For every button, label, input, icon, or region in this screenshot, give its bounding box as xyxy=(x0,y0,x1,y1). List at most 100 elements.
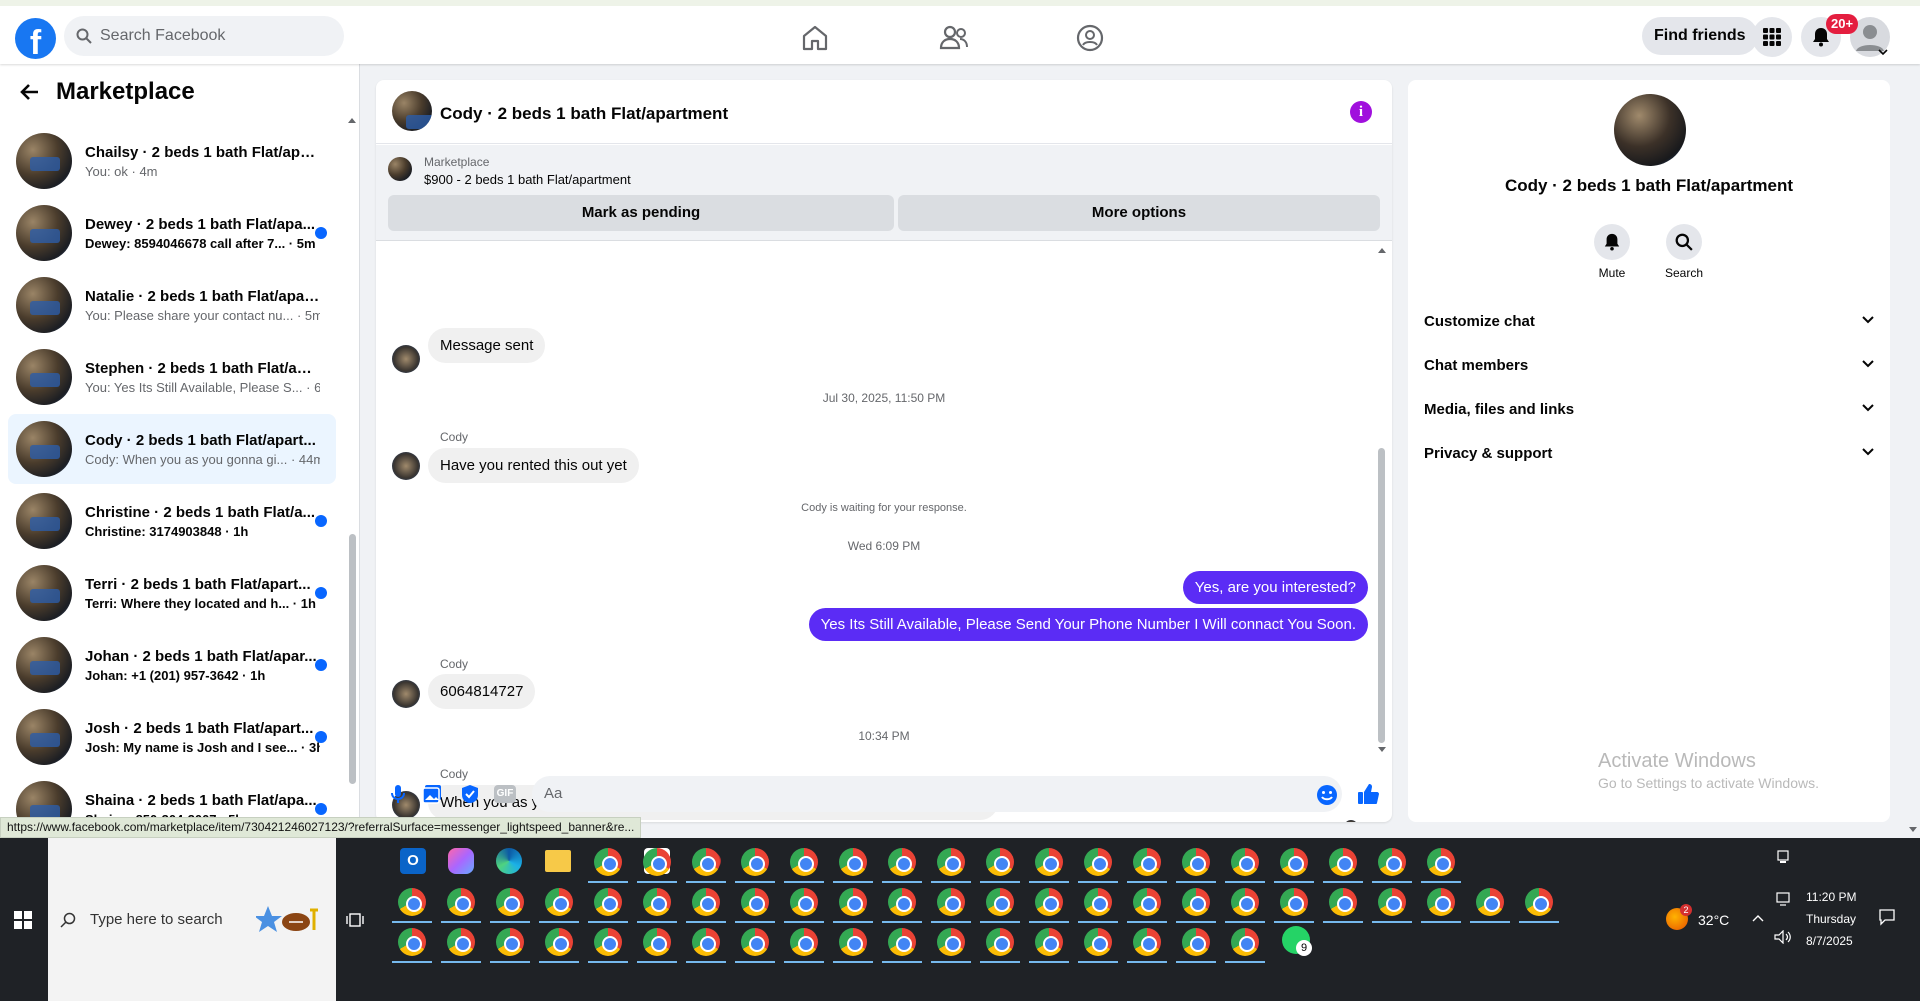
gif-icon[interactable]: GIF xyxy=(494,785,516,803)
scroll-up-icon[interactable] xyxy=(347,116,357,124)
groups-icon[interactable] xyxy=(1074,22,1106,54)
details-avatar[interactable] xyxy=(1614,94,1686,166)
chrome-icon[interactable] xyxy=(1182,848,1210,876)
info-icon[interactable]: i xyxy=(1350,101,1372,123)
network-icon[interactable] xyxy=(1776,892,1792,906)
chrome-icon[interactable] xyxy=(986,888,1014,916)
system-tray-icon[interactable] xyxy=(1776,850,1790,864)
chrome-icon[interactable] xyxy=(1084,848,1112,876)
thumbs-up-icon[interactable] xyxy=(1356,782,1380,806)
media-files-links-row[interactable]: Media, files and links xyxy=(1424,392,1874,428)
conversation-item-natalie[interactable]: Natalie · 2 beds 1 bath Flat/apar... You:… xyxy=(8,270,336,340)
chrome-icon[interactable] xyxy=(790,928,818,956)
taskbar-search-box[interactable]: Type here to search xyxy=(48,838,336,1001)
chrome-icon[interactable] xyxy=(790,848,818,876)
conversation-item-terri[interactable]: Terri · 2 beds 1 bath Flat/apart... Terri… xyxy=(8,558,336,628)
chrome-icon[interactable] xyxy=(1280,888,1308,916)
start-button[interactable] xyxy=(0,838,48,1001)
outlook-icon[interactable]: O xyxy=(400,848,426,874)
find-friends-button[interactable]: Find friends xyxy=(1642,17,1758,55)
chrome-icon[interactable] xyxy=(447,888,475,916)
chrome-icon[interactable] xyxy=(1427,888,1455,916)
conversation-item-johan[interactable]: Johan · 2 beds 1 bath Flat/apar... Johan:… xyxy=(8,630,336,700)
message-bubble-outgoing[interactable]: Yes Its Still Available, Please Send You… xyxy=(808,608,1368,641)
edge-icon[interactable] xyxy=(496,848,522,874)
privacy-support-row[interactable]: Privacy & support xyxy=(1424,436,1874,472)
chrome-icon[interactable] xyxy=(1133,888,1161,916)
chrome-icon[interactable] xyxy=(643,848,671,876)
copilot-icon[interactable] xyxy=(448,848,474,874)
chrome-icon[interactable] xyxy=(692,928,720,956)
clock-time[interactable]: 11:20 PM xyxy=(1806,890,1856,904)
customize-chat-row[interactable]: Customize chat xyxy=(1424,304,1874,340)
message-input[interactable]: Aa xyxy=(532,776,1342,812)
notification-center-icon[interactable] xyxy=(1878,908,1896,926)
message-bubble-incoming[interactable]: 6064814727 xyxy=(428,674,536,709)
search-facebook-input[interactable]: Search Facebook xyxy=(64,16,344,56)
chrome-icon[interactable] xyxy=(1084,888,1112,916)
chrome-icon[interactable] xyxy=(937,928,965,956)
scroll-down-icon[interactable] xyxy=(1908,826,1918,834)
chrome-icon[interactable] xyxy=(1329,888,1357,916)
chrome-icon[interactable] xyxy=(1231,928,1259,956)
message-bubble-incoming[interactable]: Message sent xyxy=(428,328,546,363)
chrome-icon[interactable] xyxy=(1231,888,1259,916)
chrome-icon[interactable] xyxy=(594,848,622,876)
chrome-icon[interactable] xyxy=(741,928,769,956)
scroll-down-icon[interactable] xyxy=(1377,746,1387,754)
chrome-icon[interactable] xyxy=(1133,928,1161,956)
chevron-up-icon[interactable] xyxy=(1752,914,1764,922)
chrome-icon[interactable] xyxy=(839,888,867,916)
chrome-icon[interactable] xyxy=(1525,888,1553,916)
conversation-item-stephen[interactable]: Stephen · 2 beds 1 bath Flat/apa... You: … xyxy=(8,342,336,412)
clock-date[interactable]: 8/7/2025 xyxy=(1806,934,1853,948)
chat-scrollbar[interactable] xyxy=(1378,448,1385,743)
conversation-item-christine[interactable]: Christine · 2 beds 1 bath Flat/a... Chris… xyxy=(8,486,336,556)
chrome-icon[interactable] xyxy=(741,888,769,916)
chrome-icon[interactable] xyxy=(643,888,671,916)
chrome-icon[interactable] xyxy=(986,848,1014,876)
chrome-icon[interactable] xyxy=(1035,848,1063,876)
home-icon[interactable] xyxy=(799,22,831,54)
volume-icon[interactable] xyxy=(1774,930,1792,944)
chrome-icon[interactable] xyxy=(1133,848,1161,876)
listing-price[interactable]: $900 - 2 beds 1 bath Flat/apartment xyxy=(424,172,631,187)
file-explorer-icon[interactable] xyxy=(545,850,571,872)
chrome-icon[interactable] xyxy=(1035,888,1063,916)
friends-icon[interactable] xyxy=(938,22,970,54)
chrome-icon[interactable] xyxy=(1378,888,1406,916)
chat-title[interactable]: Cody · 2 beds 1 bath Flat/apartment xyxy=(440,104,728,124)
chrome-icon[interactable] xyxy=(1035,928,1063,956)
chrome-icon[interactable] xyxy=(398,928,426,956)
chrome-icon[interactable] xyxy=(937,888,965,916)
conversation-item-dewey[interactable]: Dewey · 2 beds 1 bath Flat/apa... Dewey: … xyxy=(8,198,336,268)
chrome-icon[interactable] xyxy=(545,928,573,956)
chat-members-row[interactable]: Chat members xyxy=(1424,348,1874,384)
chrome-icon[interactable] xyxy=(692,848,720,876)
chrome-icon[interactable] xyxy=(839,848,867,876)
chrome-icon[interactable] xyxy=(937,848,965,876)
chrome-icon[interactable] xyxy=(1182,888,1210,916)
sticker-icon[interactable] xyxy=(460,784,480,804)
task-view-icon[interactable] xyxy=(346,912,364,928)
chrome-icon[interactable] xyxy=(496,888,524,916)
chrome-icon[interactable] xyxy=(496,928,524,956)
chrome-icon[interactable] xyxy=(594,928,622,956)
mute-button[interactable]: Mute xyxy=(1582,224,1642,280)
microphone-icon[interactable] xyxy=(388,784,408,804)
chrome-icon[interactable] xyxy=(1231,848,1259,876)
emoji-icon[interactable] xyxy=(1316,784,1338,806)
chrome-icon[interactable] xyxy=(1329,848,1357,876)
message-bubble-outgoing[interactable]: Yes, are you interested? xyxy=(1182,571,1368,604)
clock-day[interactable]: Thursday xyxy=(1806,912,1856,926)
chrome-icon[interactable] xyxy=(447,928,475,956)
chat-avatar[interactable] xyxy=(392,91,432,131)
weather-temperature[interactable]: 32°C xyxy=(1698,912,1729,928)
menu-button[interactable] xyxy=(1752,17,1792,57)
conversation-item-cody[interactable]: Cody · 2 beds 1 bath Flat/apart... Cody: … xyxy=(8,414,336,484)
search-conversation-button[interactable]: Search xyxy=(1654,224,1714,280)
conversation-list-scrollbar[interactable] xyxy=(349,534,356,784)
chrome-icon[interactable] xyxy=(790,888,818,916)
back-arrow-icon[interactable] xyxy=(18,80,42,104)
chrome-icon[interactable] xyxy=(986,928,1014,956)
